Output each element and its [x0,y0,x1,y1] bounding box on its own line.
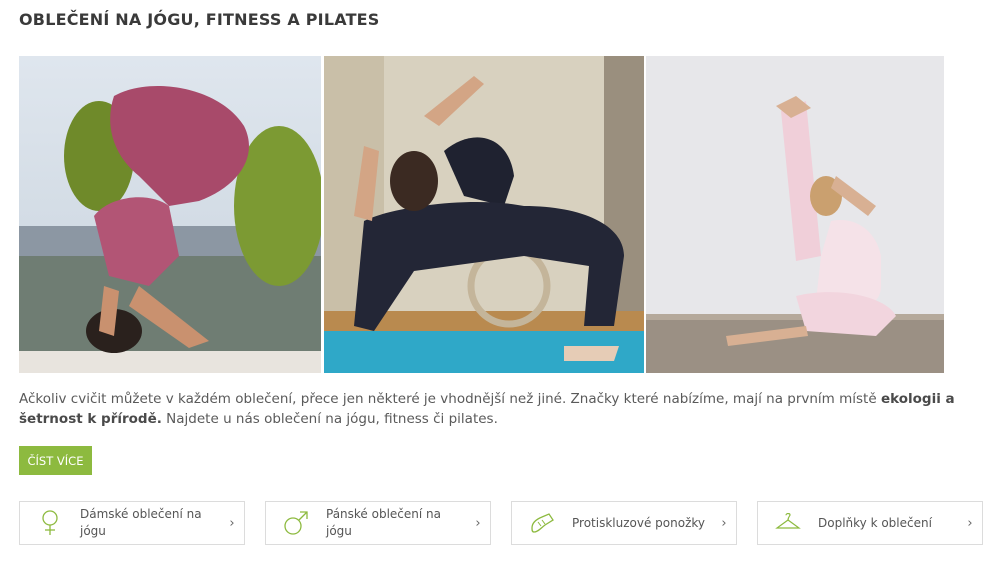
yoga-photo-pink-outfit[interactable] [19,56,321,373]
category-label: Dámské oblečení na jógu [80,507,202,538]
category-label: Pánské oblečení na jógu [326,507,441,538]
category-link-mens-clothing[interactable]: Pánské oblečení na jógu › [265,501,491,545]
yoga-photo-light-pink-outfit[interactable] [646,56,944,373]
hanger-icon [758,513,818,533]
chevron-right-icon: › [475,515,481,531]
chevron-right-icon: › [721,515,727,531]
section-title: OBLEČENÍ NA JÓGU, FITNESS A PILATES [19,10,380,29]
male-symbol-icon [266,510,326,536]
category-link-accessories[interactable]: Doplňky k oblečení › [757,501,983,545]
section-description: Ačkoliv cvičit můžete v každém oblečení,… [19,389,969,429]
chevron-right-icon: › [229,515,235,531]
description-text-end: Najdete u nás oblečení na jógu, fitness … [161,411,498,427]
category-link-grip-socks[interactable]: Protiskluzové ponožky › [511,501,737,545]
category-link-womens-clothing[interactable]: Dámské oblečení na jógu › [19,501,245,545]
female-symbol-icon [20,510,80,536]
category-label: Protiskluzové ponožky [572,515,705,530]
sock-icon [512,511,572,535]
chevron-right-icon: › [967,515,973,531]
description-text: Ačkoliv cvičit můžete v každém oblečení,… [19,391,881,407]
category-label: Doplňky k oblečení [818,515,932,530]
read-more-button[interactable]: ČÍST VÍCE [19,446,92,475]
yoga-photo-dark-outfit[interactable] [324,56,644,373]
